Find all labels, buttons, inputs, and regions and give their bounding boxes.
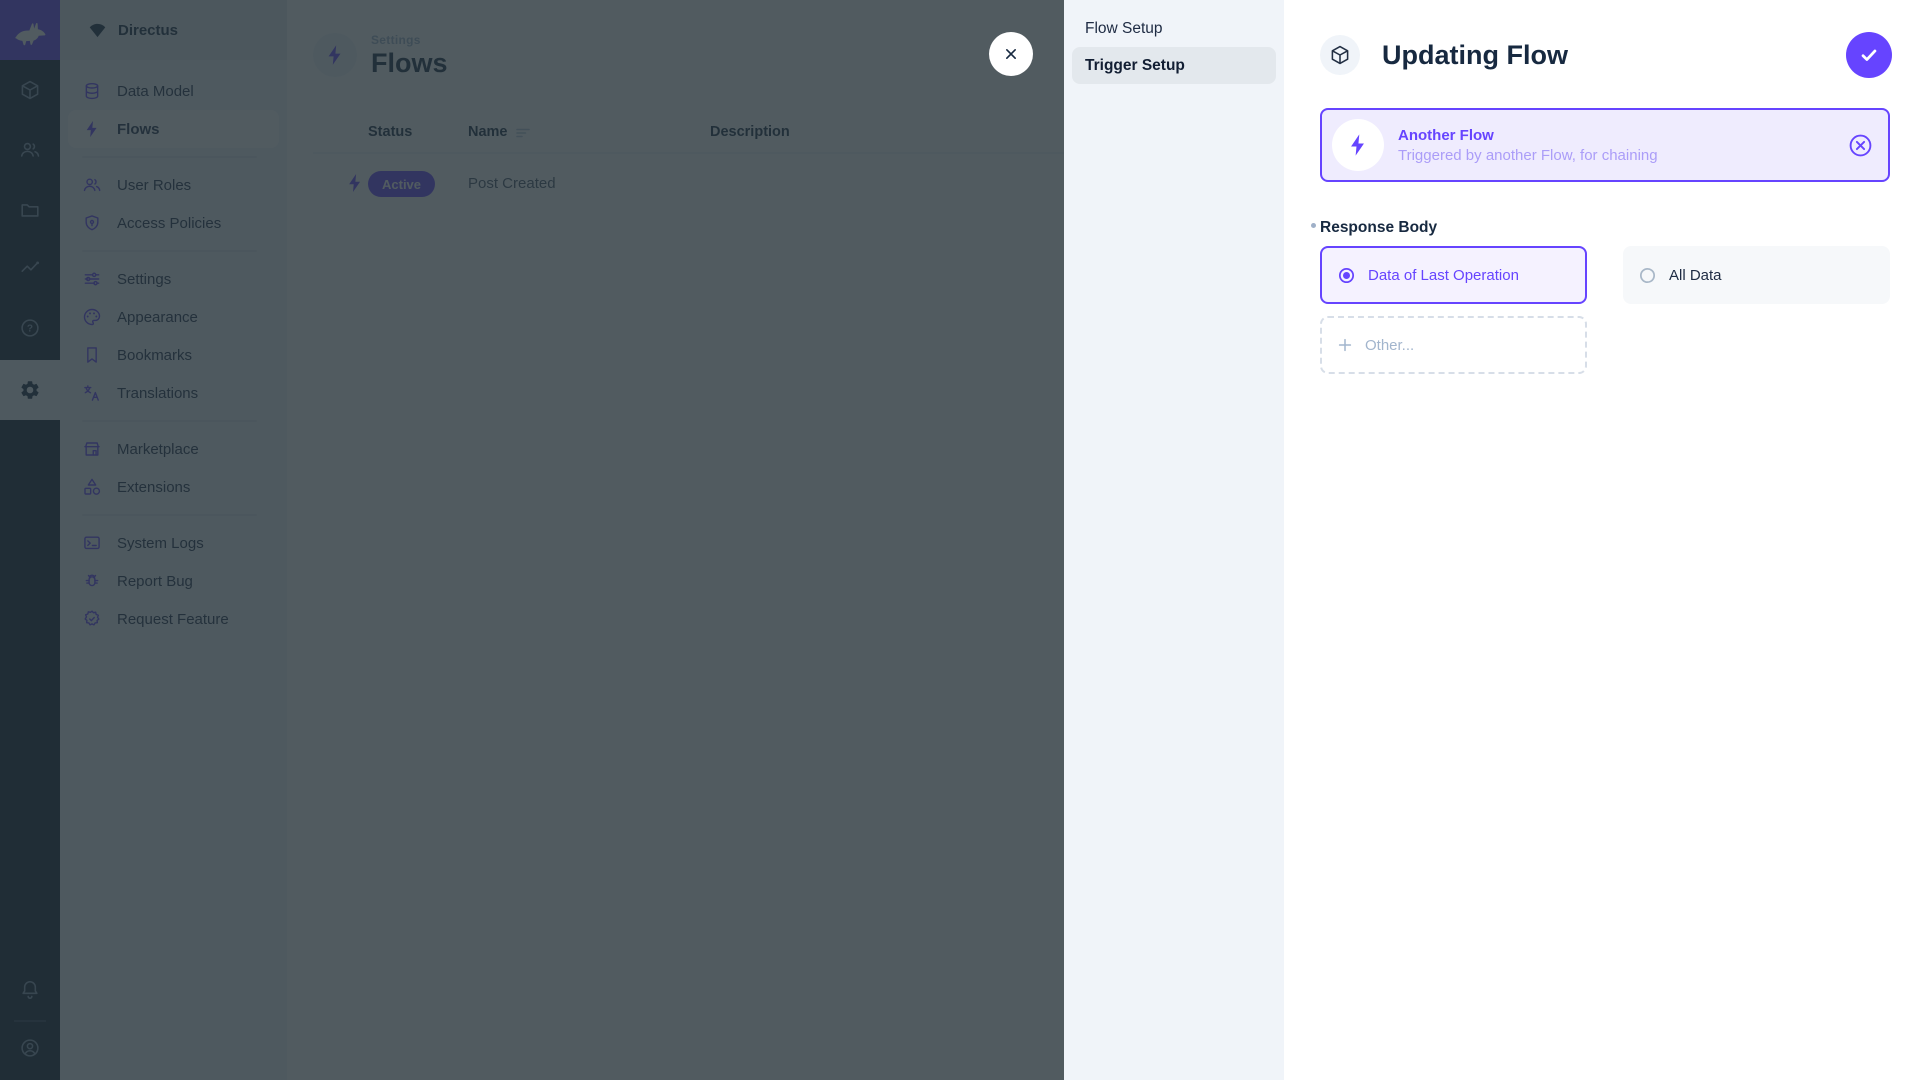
trigger-card-subtitle: Triggered by another Flow, for chaining bbox=[1398, 146, 1658, 164]
trigger-type-card[interactable]: Another Flow Triggered by another Flow, … bbox=[1320, 108, 1890, 182]
response-body-options: Data of Last Operation All Data bbox=[1320, 246, 1890, 304]
check-icon bbox=[1858, 44, 1880, 66]
drawer-nav-trigger-setup[interactable]: Trigger Setup bbox=[1072, 47, 1276, 84]
drawer-title-icon-circle bbox=[1320, 35, 1360, 75]
drawer-nav: Flow Setup Trigger Setup bbox=[1064, 0, 1284, 1080]
option-all-data[interactable]: All Data bbox=[1623, 246, 1890, 304]
option-data-of-last-operation[interactable]: Data of Last Operation bbox=[1320, 246, 1587, 304]
remove-trigger-button[interactable] bbox=[1847, 132, 1874, 159]
response-body-field-label: Response Body bbox=[1311, 219, 1437, 237]
radio-checked-icon bbox=[1336, 265, 1357, 286]
cancel-circle-icon bbox=[1847, 132, 1874, 159]
drawer-overlay[interactable] bbox=[0, 0, 1064, 1080]
plus-icon bbox=[1335, 335, 1355, 355]
required-dot-icon bbox=[1311, 223, 1316, 228]
drawer-title: Updating Flow bbox=[1382, 39, 1568, 70]
drawer-nav-flow-setup[interactable]: Flow Setup bbox=[1072, 10, 1276, 47]
cube-icon bbox=[1329, 44, 1351, 66]
drawer: Flow Setup Trigger Setup Updating Flow A… bbox=[1064, 0, 1920, 1080]
save-button[interactable] bbox=[1846, 32, 1892, 78]
drawer-main: Updating Flow Another Flow Triggered by … bbox=[1284, 0, 1920, 1080]
bolt-icon bbox=[1345, 132, 1371, 158]
trigger-icon-circle bbox=[1332, 119, 1384, 171]
trigger-card-title: Another Flow bbox=[1398, 126, 1494, 144]
radio-unchecked-icon bbox=[1637, 265, 1658, 286]
other-option-button[interactable]: Other... bbox=[1320, 316, 1587, 374]
close-icon bbox=[1001, 44, 1021, 64]
close-drawer-button[interactable] bbox=[989, 32, 1033, 76]
